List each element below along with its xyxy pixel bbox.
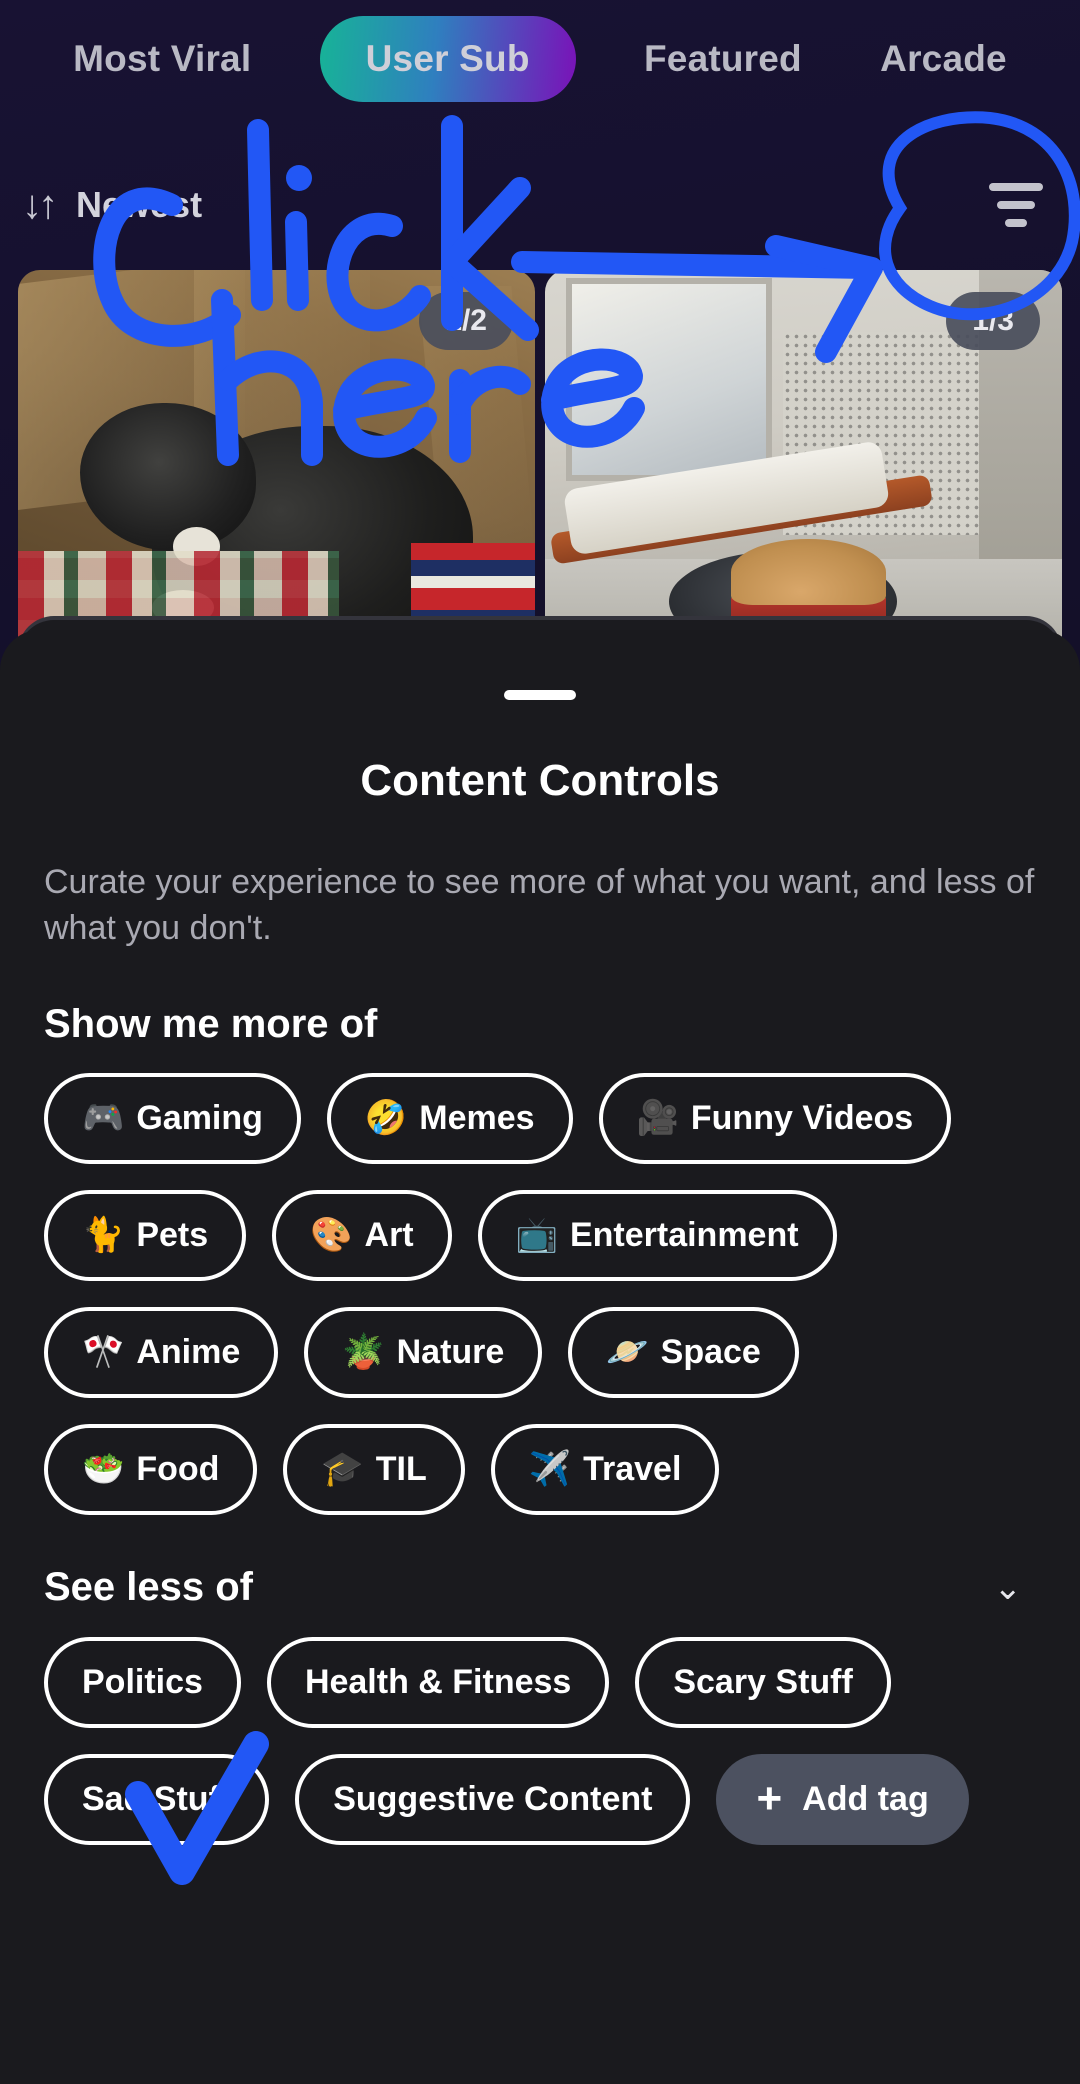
cat-icon: 🐈 [82,1216,125,1255]
chip-til[interactable]: 🎓 TIL [283,1423,465,1515]
rolling-laughing-icon: 🤣 [364,1099,408,1138]
movie-camera-icon: 🎥 [636,1099,679,1138]
potted-plant-icon: 🪴 [342,1333,385,1372]
chip-nature[interactable]: 🪴 Nature [304,1306,543,1398]
chip-label: Space [660,1332,761,1371]
salad-icon: 🥗 [82,1450,125,1489]
content-controls-sheet: Content Controls Curate your experience … [0,620,1080,2084]
graduation-cap-icon: 🎓 [321,1450,364,1489]
chip-label: Travel [583,1449,682,1488]
app-root: Most Viral User Sub Featured Arcade ↓↑ N… [0,0,1080,2084]
tab-arcade[interactable]: Arcade [870,16,1017,102]
chip-food[interactable]: 🥗 Food [44,1423,258,1515]
filter-line-2 [997,201,1035,209]
sort-filter-row: ↓↑ Newest [0,160,1080,250]
post-card-cat[interactable]: 1/2 [18,270,535,660]
chip-label: Health & Fitness [304,1662,572,1701]
chip-label: Gaming [136,1098,263,1137]
chip-label: Funny Videos [690,1098,914,1137]
television-icon: 📺 [515,1216,558,1255]
see-less-title: See less of [44,1565,254,1610]
feed-tab-bar: Most Viral User Sub Featured Arcade [0,0,1080,118]
chip-label: Nature [396,1332,505,1371]
filter-lines-icon[interactable] [974,163,1058,247]
image-count-badge: 1/2 [419,292,513,350]
see-less-section-header: See less of ⌄ [44,1565,1036,1611]
sort-control[interactable]: ↓↑ Newest [22,184,202,226]
chip-label: Scary Stuff [673,1662,853,1701]
sort-arrows-icon: ↓↑ [22,183,58,227]
page-title: Content Controls [360,756,720,805]
chip-label: Anime [136,1332,241,1371]
chip-art[interactable]: 🎨 Art [272,1189,452,1281]
chip-label: Art [364,1215,414,1254]
sort-label: Newest [76,184,203,225]
chip-anime[interactable]: 🎌 Anime [44,1306,279,1398]
chip-label: TIL [375,1449,427,1488]
show-more-chip-list: 🎮 Gaming 🤣 Memes 🎥 Funny Videos 🐈 Pets 🎨 Art … [44,1072,1036,1515]
chip-entertainment[interactable]: 📺 Entertainment [477,1189,837,1281]
show-more-section-header: Show me more of [44,1002,1036,1047]
ringed-planet-icon: 🪐 [606,1333,649,1372]
tab-user-sub[interactable]: User Sub [319,16,576,102]
chip-space[interactable]: 🪐 Space [568,1306,799,1398]
filter-line-1 [989,183,1043,191]
post-card-kitchen[interactable]: 1/3 [545,270,1062,660]
filter-line-3 [1005,219,1027,227]
chip-label: Food [136,1449,220,1488]
chevron-down-icon[interactable]: ⌄ [980,1565,1037,1611]
chip-sad-stuff[interactable]: Sad Stuff [44,1753,270,1845]
chip-label: Memes [419,1098,535,1137]
chip-label: Entertainment [569,1215,799,1254]
sheet-description: Curate your experience to see more of wh… [44,863,1035,947]
chip-gaming[interactable]: 🎮 Gaming [44,1072,301,1164]
see-less-chip-list: Politics Health & Fitness Scary Stuff Sa… [44,1636,1036,1845]
chip-label: Suggestive Content [333,1779,653,1818]
tab-featured[interactable]: Featured [634,16,812,102]
chip-politics[interactable]: Politics [44,1636,241,1728]
add-tag-button[interactable]: + Add tag [716,1753,969,1845]
chip-scary-stuff[interactable]: Scary Stuff [635,1636,891,1728]
wind-chime-icon: 🎌 [82,1333,125,1372]
chip-health-fitness[interactable]: Health & Fitness [266,1636,610,1728]
airplane-icon: ✈️ [528,1450,572,1489]
sheet-drag-handle[interactable] [504,690,576,700]
show-more-title: Show me more of [44,1001,378,1046]
chip-suggestive-content[interactable]: Suggestive Content [295,1753,691,1845]
chip-label: Sad Stuff [82,1779,232,1818]
video-game-icon: 🎮 [82,1099,125,1138]
palette-icon: 🎨 [310,1216,353,1255]
add-tag-label: Add tag [802,1779,929,1818]
image-count-badge: 1/3 [946,292,1040,350]
tab-most-viral[interactable]: Most Viral [63,16,261,102]
chip-memes[interactable]: 🤣 Memes [326,1072,573,1164]
chip-pets[interactable]: 🐈 Pets [44,1189,247,1281]
chip-funny-videos[interactable]: 🎥 Funny Videos [598,1072,952,1164]
chip-label: Pets [136,1215,209,1254]
chip-label: Politics [82,1662,203,1701]
chip-travel[interactable]: ✈️ Travel [490,1423,720,1515]
post-grid: 1/2 1/3 [0,270,1080,660]
plus-icon: + [756,1773,783,1823]
